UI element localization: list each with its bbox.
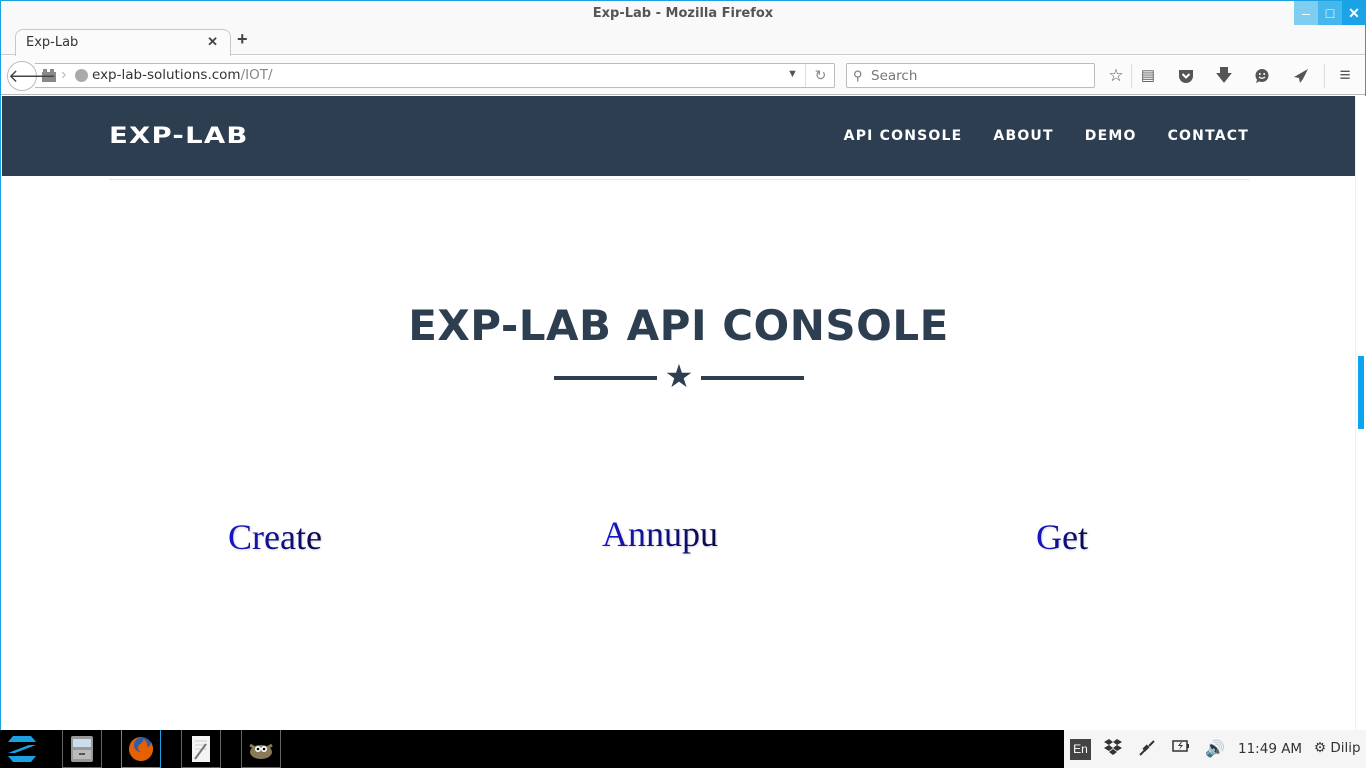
search-input[interactable] [871, 66, 1091, 85]
close-tab-icon[interactable]: ✕ [207, 34, 218, 50]
network-wired-icon[interactable] [1138, 739, 1156, 762]
zorin-menu-icon[interactable] [5, 735, 39, 763]
pocket-icon[interactable] [1175, 65, 1197, 87]
toolbar-separator [1324, 64, 1325, 88]
toolbar-separator [1131, 64, 1132, 88]
battery-charging-icon[interactable] [1172, 739, 1190, 758]
text-editor-icon [187, 735, 215, 763]
url-path: /IOT/ [240, 67, 273, 83]
url-host: exp-lab-solutions.com [92, 67, 241, 83]
share-icon[interactable] [1290, 65, 1312, 87]
user-menu[interactable]: ⚙ Dilip [1314, 740, 1361, 756]
horizontal-divider [109, 179, 1249, 180]
reload-icon[interactable]: ↻ [805, 64, 835, 87]
taskbar: En 🔊 11:49 AM ⚙ Dilip [0, 730, 1366, 768]
nav-contact[interactable]: CONTACT [1168, 128, 1249, 144]
url-bar[interactable]: › exp-lab-solutions.com/IOT/ ▼ ↻ [35, 63, 835, 88]
taskbar-gimp[interactable] [241, 730, 281, 768]
username: Dilip [1330, 740, 1361, 756]
page-title: EXP-LAB API CONSOLE [408, 301, 949, 350]
scrollbar-thumb[interactable] [1358, 356, 1364, 429]
globe-icon [75, 69, 88, 82]
url-text[interactable]: exp-lab-solutions.com/IOT/ [92, 67, 273, 83]
title-bar: Exp-Lab - Mozilla Firefox – □ ✕ [1, 1, 1366, 27]
taskbar-firefox[interactable] [121, 730, 161, 768]
clock[interactable]: 11:49 AM [1238, 741, 1302, 757]
search-bar[interactable]: ⚲ [846, 63, 1095, 88]
gimp-icon [247, 735, 275, 763]
annupu-api-link[interactable]: Annupu [602, 513, 718, 555]
reading-list-icon[interactable]: ▤ [1137, 65, 1159, 87]
tab-label: Exp-Lab [26, 35, 79, 50]
hello-chat-icon[interactable] [1251, 65, 1273, 87]
site-nav-links: API CONSOLE ABOUT DEMO CONTACT [844, 128, 1249, 144]
browser-window: Exp-Lab - Mozilla Firefox – □ ✕ Exp-Lab … [0, 0, 1366, 730]
tab-exp-lab[interactable]: Exp-Lab ✕ [15, 29, 231, 56]
window-title: Exp-Lab - Mozilla Firefox [592, 6, 774, 21]
taskbar-text-editor[interactable] [181, 730, 221, 768]
page-scrollbar[interactable] [1355, 96, 1366, 730]
back-arrow-icon: 🡐 [8, 66, 57, 86]
keyboard-language-indicator[interactable]: En [1070, 739, 1091, 760]
nav-about[interactable]: ABOUT [993, 128, 1053, 144]
gear-icon: ⚙ [1314, 740, 1327, 756]
divider-line-right [701, 376, 804, 380]
maximize-button[interactable]: □ [1318, 1, 1342, 25]
taskbar-file-manager[interactable] [62, 730, 102, 768]
tab-strip: Exp-Lab ✕ + [1, 27, 1365, 56]
minimize-button[interactable]: – [1294, 1, 1318, 25]
file-cabinet-icon [68, 735, 96, 763]
navigation-toolbar: › exp-lab-solutions.com/IOT/ ▼ ↻ 🡐 ⚲ ☆ ▤… [1, 56, 1365, 95]
new-tab-button[interactable]: + [237, 29, 248, 50]
download-icon[interactable]: 🡇 [1213, 65, 1235, 87]
star-icon: ★ [664, 358, 694, 394]
get-api-link[interactable]: Get [1036, 516, 1088, 558]
divider-line-left [554, 376, 657, 380]
nav-api-console[interactable]: API CONSOLE [844, 128, 963, 144]
nav-demo[interactable]: DEMO [1085, 128, 1137, 144]
star-divider: ★ [554, 360, 804, 396]
webpage: EXP-LAB API CONSOLE ABOUT DEMO CONTACT E… [2, 96, 1355, 730]
firefox-icon [127, 735, 155, 763]
close-window-button[interactable]: ✕ [1342, 1, 1366, 25]
bookmark-star-icon[interactable]: ☆ [1105, 65, 1127, 87]
create-api-link[interactable]: Create [228, 516, 322, 558]
volume-icon[interactable]: 🔊 [1205, 739, 1225, 759]
back-button[interactable]: 🡐 [7, 61, 56, 91]
url-dropdown-icon[interactable]: ▼ [787, 68, 798, 80]
chevron-right-icon: › [61, 66, 67, 83]
menu-icon[interactable]: ≡ [1334, 65, 1356, 87]
search-icon: ⚲ [853, 68, 863, 83]
dropbox-icon[interactable] [1104, 739, 1122, 760]
site-navbar: EXP-LAB API CONSOLE ABOUT DEMO CONTACT [2, 96, 1355, 176]
system-tray: En 🔊 11:49 AM ⚙ Dilip [1060, 730, 1366, 768]
site-brand-logo[interactable]: EXP-LAB [109, 124, 249, 149]
